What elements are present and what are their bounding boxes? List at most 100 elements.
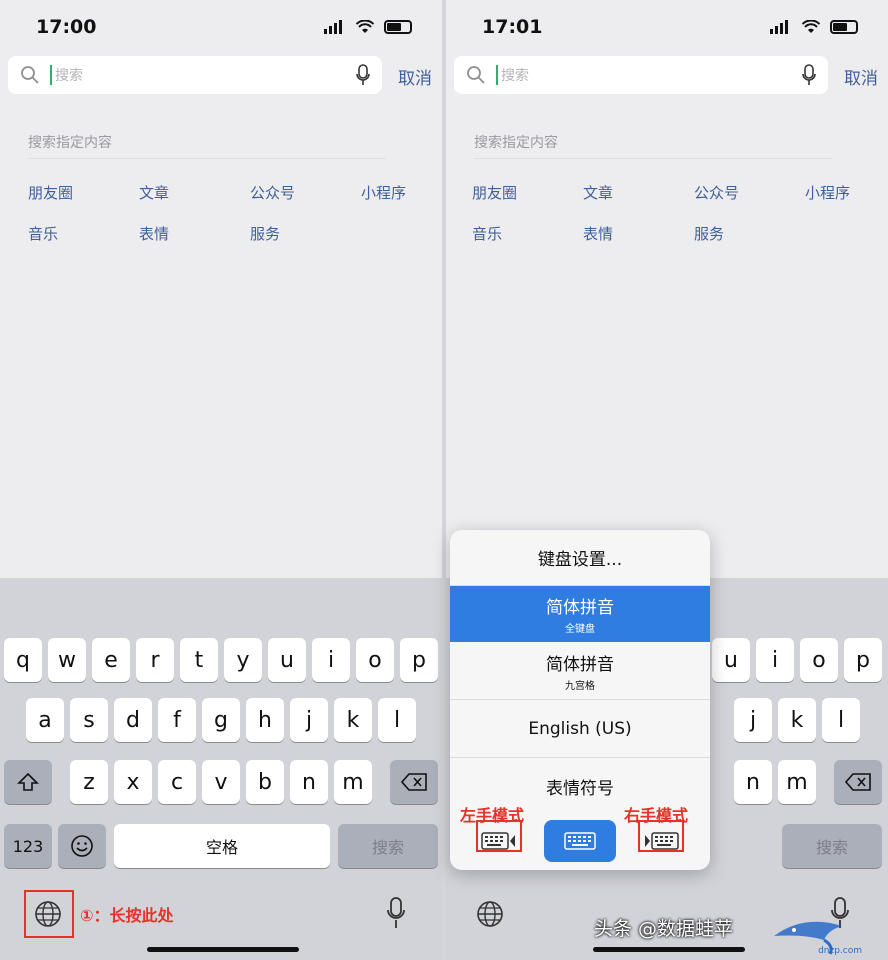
battery-icon	[384, 20, 412, 34]
key-i[interactable]: i	[312, 638, 350, 682]
microphone-icon[interactable]	[802, 64, 816, 86]
key-m[interactable]: m	[334, 760, 372, 804]
key-l[interactable]: l	[822, 698, 860, 742]
status-bar: 17:00	[0, 14, 442, 44]
key-s[interactable]: s	[70, 698, 108, 742]
category-services[interactable]: 服务	[250, 223, 280, 244]
signal-icon	[770, 20, 788, 34]
left-hand-mode-button[interactable]	[464, 820, 534, 862]
key-u[interactable]: u	[712, 638, 750, 682]
category-articles[interactable]: 文章	[583, 182, 613, 203]
category-moments[interactable]: 朋友圈	[28, 182, 73, 203]
keyboard-icon	[564, 832, 596, 850]
key-l[interactable]: l	[378, 698, 416, 742]
keyboard-switcher-menu: 键盘设置... 简体拼音 全键盘 简体拼音 九宫格 English (US) 表…	[450, 530, 710, 870]
key-o[interactable]: o	[800, 638, 838, 682]
category-mini-programs[interactable]: 小程序	[361, 182, 406, 203]
key-j[interactable]: j	[734, 698, 772, 742]
globe-icon[interactable]	[476, 900, 504, 928]
space-key[interactable]: 空格	[114, 824, 330, 868]
key-m[interactable]: m	[778, 760, 816, 804]
backspace-icon	[401, 773, 427, 791]
wifi-icon	[356, 20, 374, 33]
backspace-icon	[845, 773, 871, 791]
search-input[interactable]: 搜索	[8, 56, 382, 94]
right-hand-mode-button[interactable]	[626, 820, 696, 862]
key-q[interactable]: q	[4, 638, 42, 682]
search-icon	[21, 66, 39, 84]
category-stickers[interactable]: 表情	[139, 223, 169, 244]
emoji-key[interactable]	[58, 824, 106, 868]
key-h[interactable]: h	[246, 698, 284, 742]
specify-content-title: 搜索指定内容	[28, 135, 112, 151]
category-stickers[interactable]: 表情	[583, 223, 613, 244]
search-placeholder: 搜索	[501, 68, 529, 84]
text-cursor	[50, 65, 52, 85]
key-y[interactable]: y	[224, 638, 262, 682]
category-music[interactable]: 音乐	[28, 223, 58, 244]
dictation-mic-icon[interactable]	[386, 896, 406, 930]
divider	[28, 158, 386, 159]
key-j[interactable]: j	[290, 698, 328, 742]
key-t[interactable]: t	[180, 638, 218, 682]
category-official-accounts[interactable]: 公众号	[694, 182, 739, 203]
category-official-accounts[interactable]: 公众号	[250, 182, 295, 203]
watermark-text: 头条 @数据蛙苹	[594, 918, 734, 940]
key-w[interactable]: w	[48, 638, 86, 682]
key-g[interactable]: g	[202, 698, 240, 742]
key-u[interactable]: u	[268, 638, 306, 682]
category-services[interactable]: 服务	[694, 223, 724, 244]
key-b[interactable]: b	[246, 760, 284, 804]
key-k[interactable]: k	[778, 698, 816, 742]
specify-content-title: 搜索指定内容	[474, 135, 558, 151]
keyboard-settings-item[interactable]: 键盘设置...	[450, 530, 710, 586]
highlight-box-right	[638, 820, 684, 852]
search-key[interactable]: 搜索	[338, 824, 438, 868]
watermark-logo: dnzp.com	[764, 906, 884, 958]
search-input[interactable]: 搜索	[454, 56, 828, 94]
key-i[interactable]: i	[756, 638, 794, 682]
search-placeholder: 搜索	[55, 68, 83, 84]
menu-item-label: English (US)	[528, 718, 632, 739]
delete-key[interactable]	[834, 760, 882, 804]
battery-icon	[830, 20, 858, 34]
menu-item-pinyin-full[interactable]: 简体拼音 全键盘	[450, 586, 710, 642]
microphone-icon[interactable]	[356, 64, 370, 86]
cancel-button[interactable]: 取消	[844, 64, 878, 89]
key-n[interactable]: n	[290, 760, 328, 804]
center-keyboard-mode-button[interactable]	[544, 820, 616, 862]
key-n[interactable]: n	[734, 760, 772, 804]
status-bar: 17:01	[446, 14, 888, 44]
key-a[interactable]: a	[26, 698, 64, 742]
category-music[interactable]: 音乐	[472, 223, 502, 244]
key-r[interactable]: r	[136, 638, 174, 682]
menu-item-label: 简体拼音	[546, 598, 614, 618]
delete-key[interactable]	[390, 760, 438, 804]
key-c[interactable]: c	[158, 760, 196, 804]
status-time: 17:01	[482, 16, 543, 38]
key-d[interactable]: d	[114, 698, 152, 742]
key-o[interactable]: o	[356, 638, 394, 682]
key-v[interactable]: v	[202, 760, 240, 804]
category-moments[interactable]: 朋友圈	[472, 182, 517, 203]
menu-item-pinyin-9key[interactable]: 简体拼音 九宫格	[450, 642, 710, 700]
category-articles[interactable]: 文章	[139, 182, 169, 203]
menu-item-english-us[interactable]: English (US)	[450, 700, 710, 758]
key-z[interactable]: z	[70, 760, 108, 804]
key-f[interactable]: f	[158, 698, 196, 742]
key-p[interactable]: p	[844, 638, 882, 682]
highlight-box-left	[476, 820, 522, 852]
shift-key[interactable]	[4, 760, 52, 804]
home-indicator	[593, 947, 745, 952]
numbers-key[interactable]: 123	[4, 824, 52, 868]
keyboard-settings-label: 键盘设置...	[537, 550, 623, 570]
key-k[interactable]: k	[334, 698, 372, 742]
search-key[interactable]: 搜索	[782, 824, 882, 868]
home-indicator	[147, 947, 299, 952]
key-p[interactable]: p	[400, 638, 438, 682]
key-x[interactable]: x	[114, 760, 152, 804]
cancel-button[interactable]: 取消	[398, 64, 432, 89]
menu-item-label: 表情符号	[546, 778, 614, 799]
key-e[interactable]: e	[92, 638, 130, 682]
category-mini-programs[interactable]: 小程序	[805, 182, 850, 203]
